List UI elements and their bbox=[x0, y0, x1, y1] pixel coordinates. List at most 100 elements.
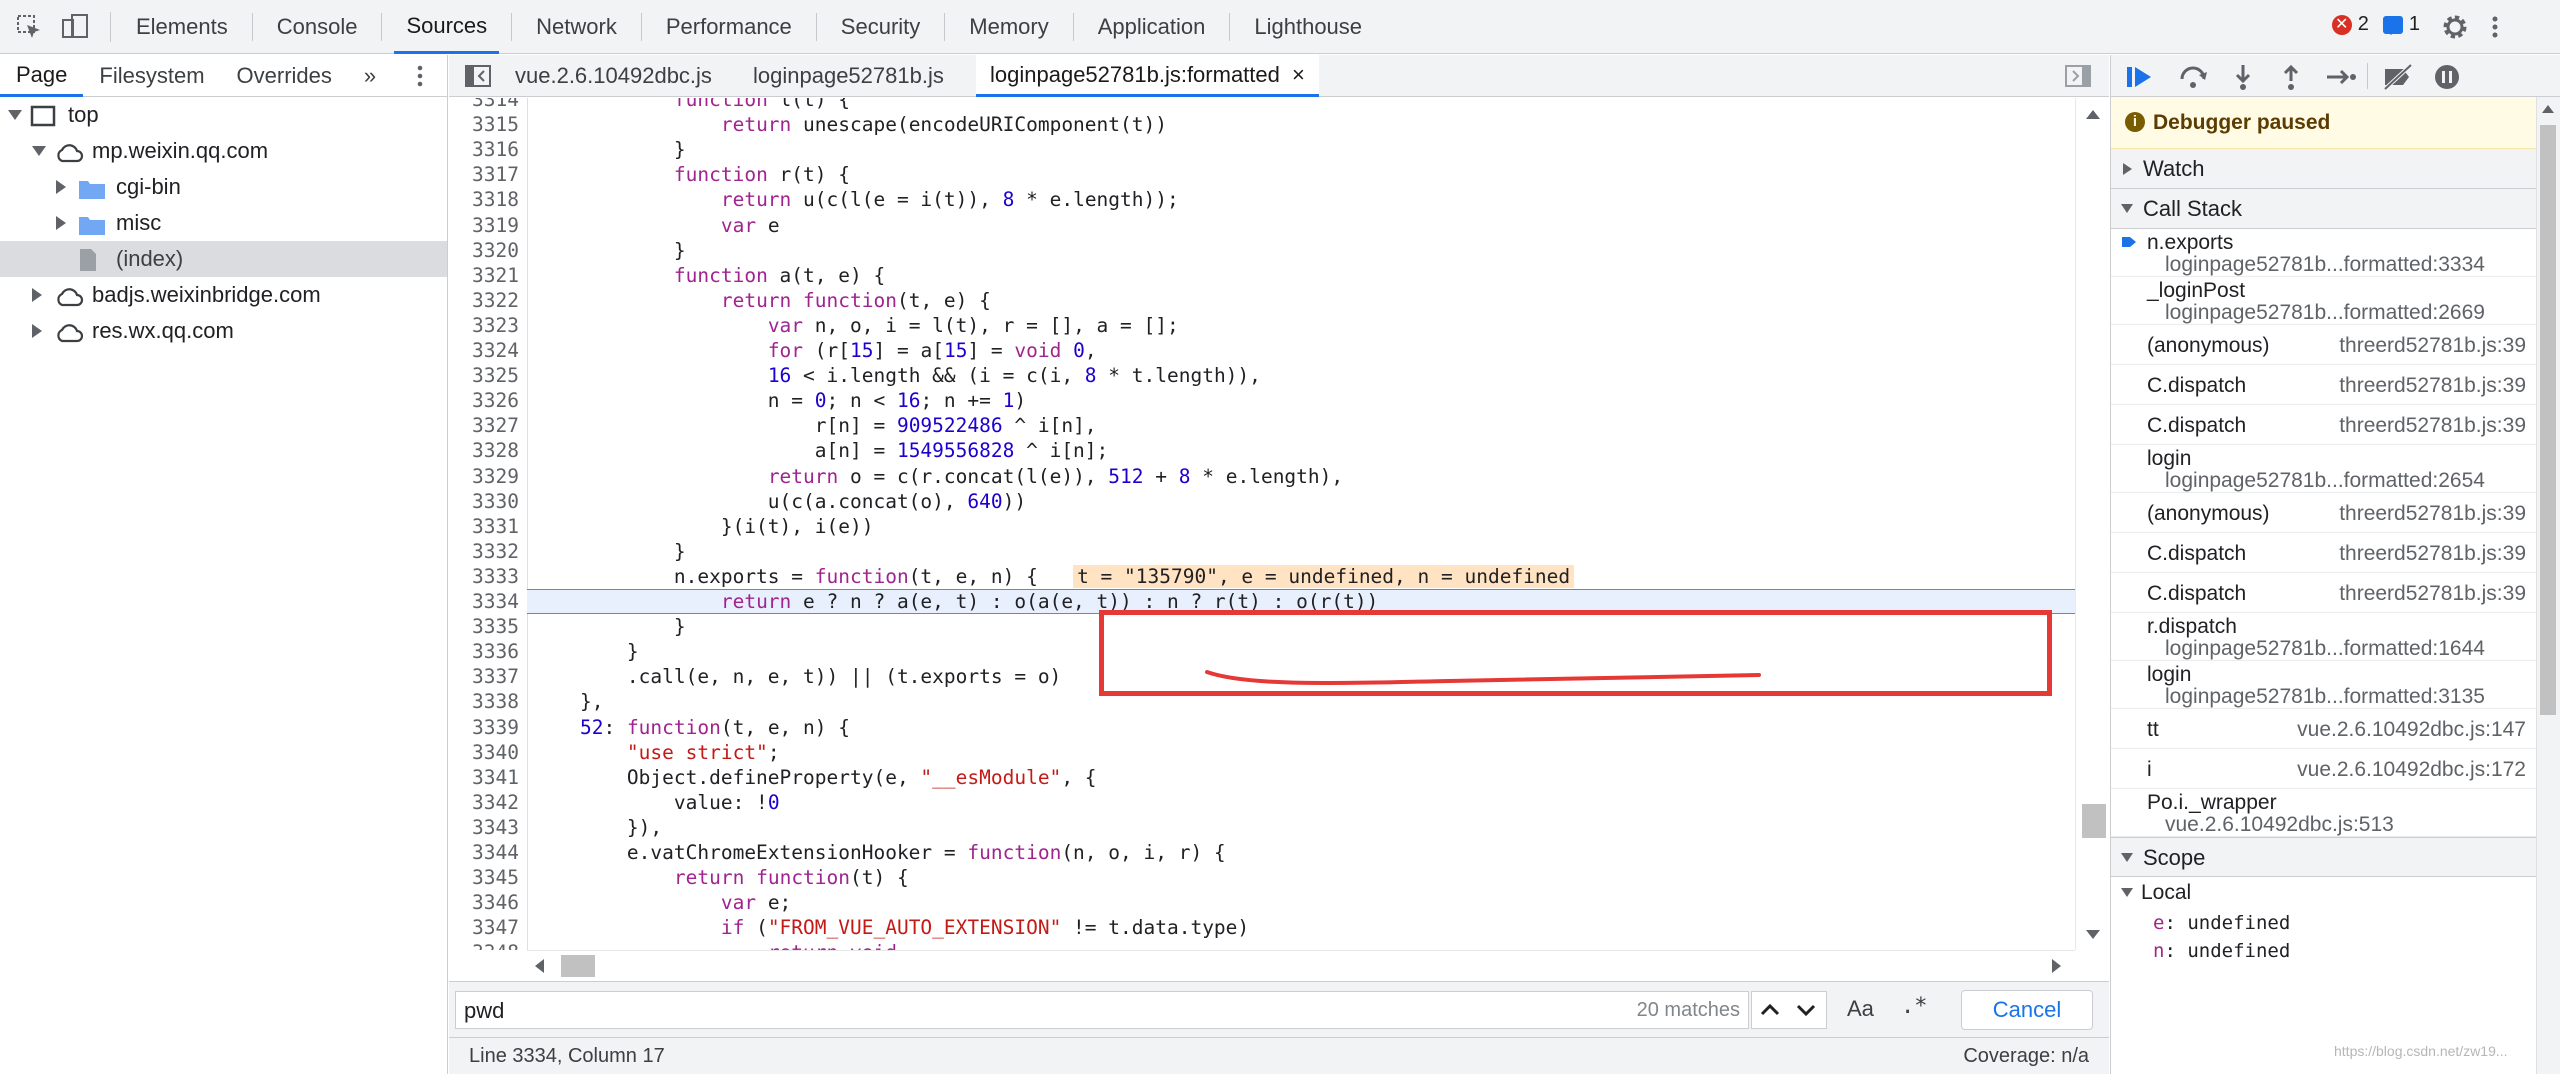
line-number[interactable]: 3341 bbox=[449, 766, 525, 789]
line-number[interactable]: 3315 bbox=[449, 113, 525, 136]
line-number[interactable]: 3336 bbox=[449, 640, 525, 663]
sidebar-scroll-up-icon[interactable] bbox=[2542, 105, 2554, 113]
line-number[interactable]: 3345 bbox=[449, 866, 525, 889]
sidebar-scroll-thumb[interactable] bbox=[2540, 125, 2556, 715]
code-line[interactable]: value: !0 bbox=[533, 791, 780, 814]
line-number[interactable]: 3331 bbox=[449, 515, 525, 538]
scroll-down-icon[interactable] bbox=[2086, 930, 2100, 939]
tree-item-5[interactable]: badjs.weixinbridge.com bbox=[0, 277, 447, 313]
line-number[interactable]: 3335 bbox=[449, 615, 525, 638]
tab-vue-js[interactable]: vue.2.6.10492dbc.js bbox=[501, 55, 726, 97]
tab-memory[interactable]: Memory bbox=[957, 0, 1060, 54]
tree-item-2[interactable]: cgi-bin bbox=[0, 169, 447, 205]
line-number[interactable]: 3324 bbox=[449, 339, 525, 362]
code-line[interactable]: .call(e, n, e, t)) || (t.exports = o) bbox=[533, 665, 1061, 688]
scope-variable[interactable]: n: undefined bbox=[2111, 937, 2560, 965]
line-number[interactable]: 3343 bbox=[449, 816, 525, 839]
line-number[interactable]: 3326 bbox=[449, 389, 525, 412]
tree-item-3[interactable]: misc bbox=[0, 205, 447, 241]
expand-closed-icon[interactable] bbox=[32, 324, 42, 338]
code-view[interactable]: 3314 function l(t) {3315 return unescape… bbox=[449, 98, 2075, 950]
horizontal-scrollbar[interactable] bbox=[527, 950, 2075, 980]
step-into-icon[interactable] bbox=[2229, 63, 2257, 91]
issue-counters[interactable]: ✕ 2 1 bbox=[2331, 13, 2420, 36]
code-line[interactable]: function l(t) { bbox=[533, 98, 850, 111]
line-number[interactable]: 3316 bbox=[449, 138, 525, 161]
call-frame[interactable]: tt vue.2.6.10492dbc.js:147 bbox=[2111, 709, 2560, 749]
code-line[interactable]: }), bbox=[533, 816, 662, 839]
call-frame[interactable]: C.dispatch threerd52781b.js:39 bbox=[2111, 533, 2560, 573]
call-frame[interactable]: C.dispatch threerd52781b.js:39 bbox=[2111, 573, 2560, 613]
call-frame[interactable]: Po.i._wrapper vue.2.6.10492dbc.js:513 bbox=[2111, 789, 2560, 837]
code-line[interactable]: 16 < i.length && (i = c(i, 8 * t.length)… bbox=[533, 364, 1261, 387]
code-line[interactable]: var n, o, i = l(t), r = [], a = []; bbox=[533, 314, 1179, 337]
tab-application[interactable]: Application bbox=[1086, 0, 1218, 54]
scroll-right-icon[interactable] bbox=[2052, 959, 2061, 973]
line-number[interactable]: 3337 bbox=[449, 665, 525, 688]
tab-network[interactable]: Network bbox=[524, 0, 629, 54]
expand-closed-icon[interactable] bbox=[32, 288, 42, 302]
call-frame[interactable]: login loginpage52781b...formatted:2654 bbox=[2111, 445, 2560, 493]
step-out-icon[interactable] bbox=[2277, 63, 2305, 91]
vertical-scrollbar[interactable] bbox=[2075, 98, 2109, 950]
cancel-search-button[interactable]: Cancel bbox=[1961, 990, 2093, 1030]
code-line[interactable]: return void bbox=[533, 941, 897, 950]
coverage-status[interactable]: Coverage: n/a bbox=[1963, 1045, 2089, 1068]
code-line[interactable]: "use strict"; bbox=[533, 741, 780, 764]
tab-lighthouse[interactable]: Lighthouse bbox=[1242, 0, 1374, 54]
scroll-up-icon[interactable] bbox=[2086, 110, 2100, 119]
resume-icon[interactable] bbox=[2125, 63, 2159, 91]
sidebar-scrollbar[interactable] bbox=[2536, 97, 2560, 1074]
scope-section-header[interactable]: Scope bbox=[2111, 837, 2560, 877]
watch-section-header[interactable]: Watch bbox=[2111, 149, 2560, 189]
line-number[interactable]: 3338 bbox=[449, 690, 525, 713]
vertical-scroll-thumb[interactable] bbox=[2082, 804, 2106, 838]
line-number[interactable]: 3330 bbox=[449, 490, 525, 513]
line-number[interactable]: 3323 bbox=[449, 314, 525, 337]
inspect-element-icon[interactable] bbox=[14, 12, 44, 42]
code-line[interactable]: function r(t) { bbox=[533, 163, 850, 186]
code-line[interactable]: return function(t) { bbox=[533, 866, 909, 889]
code-line[interactable]: var e; bbox=[533, 891, 791, 914]
code-line[interactable]: return function(t, e) { bbox=[533, 289, 991, 312]
previous-match-icon[interactable] bbox=[1758, 1002, 1782, 1018]
code-line[interactable]: } bbox=[533, 239, 686, 262]
line-number[interactable]: 3329 bbox=[449, 465, 525, 488]
code-line[interactable]: u(c(a.concat(o), 640)) bbox=[533, 490, 1026, 513]
deactivate-breakpoints-icon[interactable] bbox=[2381, 63, 2415, 91]
regex-toggle[interactable]: .* bbox=[1901, 994, 1928, 1019]
line-number[interactable]: 3347 bbox=[449, 916, 525, 939]
tab-page[interactable]: Page bbox=[0, 55, 84, 97]
line-number[interactable]: 3339 bbox=[449, 716, 525, 739]
local-scope-header[interactable]: Local bbox=[2111, 877, 2560, 909]
tab-loginpage-js[interactable]: loginpage52781b.js bbox=[739, 55, 958, 97]
code-line[interactable]: function a(t, e) { bbox=[533, 264, 885, 287]
call-frame[interactable]: r.dispatch loginpage52781b...formatted:16… bbox=[2111, 613, 2560, 661]
line-number[interactable]: 3333 bbox=[449, 565, 525, 588]
code-line[interactable]: }, bbox=[533, 690, 604, 713]
call-frame[interactable]: C.dispatch threerd52781b.js:39 bbox=[2111, 405, 2560, 445]
call-frame[interactable]: n.exports loginpage52781b...formatted:333… bbox=[2111, 229, 2560, 277]
tab-overrides[interactable]: Overrides bbox=[221, 55, 348, 97]
tree-item-4[interactable]: (index) bbox=[0, 241, 447, 277]
line-number[interactable]: 3319 bbox=[449, 214, 525, 237]
line-number[interactable]: 3322 bbox=[449, 289, 525, 312]
code-line[interactable]: Object.defineProperty(e, "__esModule", { bbox=[533, 766, 1097, 789]
pause-on-exceptions-icon[interactable] bbox=[2433, 63, 2461, 91]
code-line[interactable]: n.exports = function(t, e, n) { t = "135… bbox=[533, 564, 1575, 588]
call-frame[interactable]: login loginpage52781b...formatted:3135 bbox=[2111, 661, 2560, 709]
device-toolbar-icon[interactable] bbox=[60, 12, 90, 42]
line-number[interactable]: 3325 bbox=[449, 364, 525, 387]
expand-open-icon[interactable] bbox=[8, 110, 22, 120]
code-line[interactable]: e.vatChromeExtensionHooker = function(n,… bbox=[533, 841, 1226, 864]
code-line[interactable]: if ("FROM_VUE_AUTO_EXTENSION" != t.data.… bbox=[533, 916, 1249, 939]
code-line[interactable]: } bbox=[533, 640, 639, 663]
tab-loginpage-formatted[interactable]: loginpage52781b.js:formatted × bbox=[976, 55, 1319, 97]
line-number[interactable]: 3340 bbox=[449, 741, 525, 764]
code-line[interactable]: return unescape(encodeURIComponent(t)) bbox=[533, 113, 1167, 136]
code-line[interactable]: } bbox=[533, 615, 686, 638]
line-number[interactable]: 3342 bbox=[449, 791, 525, 814]
code-line[interactable]: n = 0; n < 16; n += 1) bbox=[533, 389, 1026, 412]
code-line[interactable]: var e bbox=[533, 214, 780, 237]
line-number[interactable]: 3317 bbox=[449, 163, 525, 186]
